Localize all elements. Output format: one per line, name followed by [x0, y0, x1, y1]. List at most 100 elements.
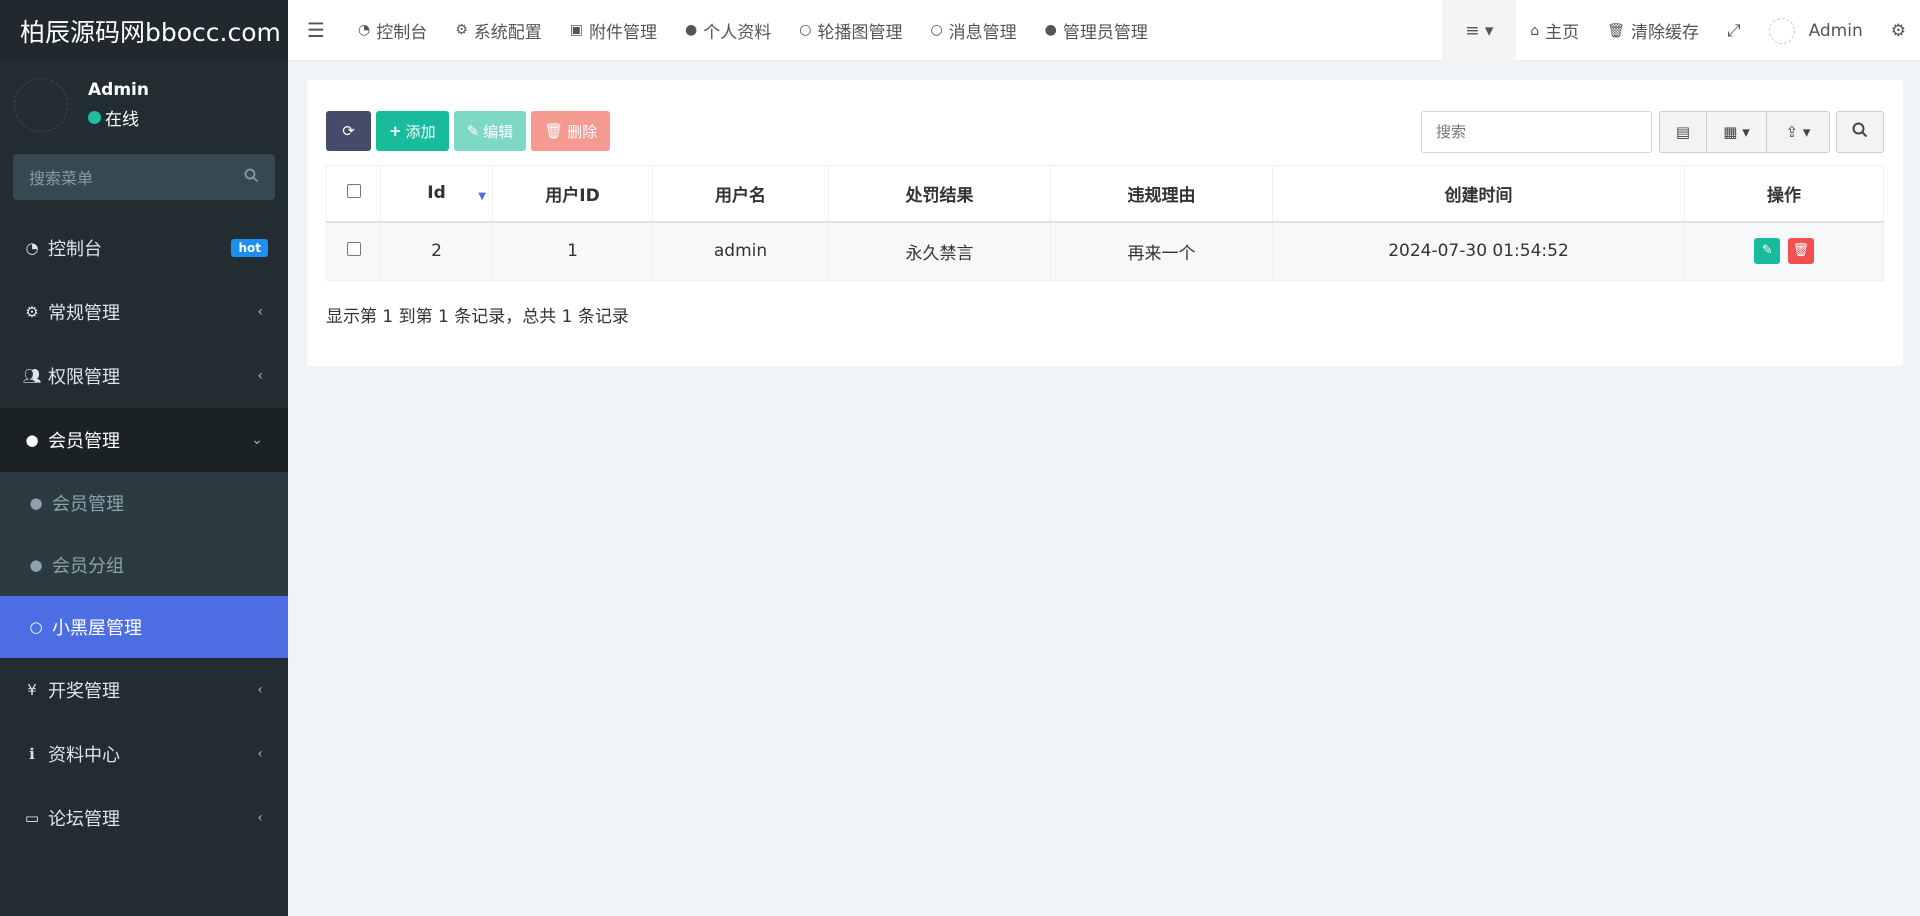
sidebar-subitem-group[interactable]: ● 会员分组 — [0, 534, 288, 596]
table-row[interactable]: 2 1 admin 永久禁言 再来一个 2024-07-30 01:54:52 … — [326, 221, 1884, 281]
info-icon: ℹ — [29, 745, 35, 763]
member-submenu: ● 会员管理 ● 会员分组 ○ 小黑屋管理 — [0, 472, 288, 658]
edit-button[interactable]: ✎ 编辑 — [453, 111, 527, 151]
row-edit-button[interactable]: ✎ — [1754, 238, 1781, 265]
chevron-left-icon: ‹ — [257, 682, 263, 698]
sidebar: 柏辰源码网bbocc.com Admin 在线 搜索菜单 ◔ 控制台 hot ⚙… — [0, 0, 288, 916]
pencil-icon: ✎ — [1761, 243, 1773, 259]
users-icon: 👥︎ — [22, 367, 42, 385]
sidebar-item-label: 会员管理 — [48, 431, 120, 452]
edit-label: 编辑 — [483, 122, 514, 141]
menu-search-input[interactable]: 搜索菜单 — [13, 154, 275, 200]
cogs-icon: ⚙ — [25, 303, 39, 321]
sidebar-subitem-blackroom[interactable]: ○ 小黑屋管理 — [0, 596, 288, 658]
sidebar-item-forum[interactable]: ▭ 论坛管理 ‹ — [0, 786, 288, 850]
select-all-cell — [326, 165, 381, 223]
menu-list-dropdown[interactable]: ≡ ▾ — [1442, 0, 1517, 61]
cell-user-id: 1 — [492, 221, 653, 281]
columns-button[interactable]: ▦ ▾ — [1707, 112, 1767, 152]
nav-home[interactable]: ⌂ 主页 — [1516, 0, 1593, 61]
sidebar-subitem-label: 小黑屋管理 — [52, 618, 142, 639]
sidebar-toggle-icon[interactable]: ☰ — [288, 18, 344, 42]
column-header-result[interactable]: 处罚结果 — [828, 165, 1051, 223]
header-label: Id — [427, 183, 446, 204]
export-button[interactable]: ⇪ ▾ — [1767, 112, 1829, 152]
table-search-input[interactable] — [1421, 111, 1652, 153]
file-image-icon: ▣ — [569, 22, 584, 38]
sidebar-subitem-member[interactable]: ● 会员管理 — [0, 472, 288, 534]
data-table: Id ▼ 用户ID 用户名 处罚结果 违规理由 创建时间 操作 2 1 admin… — [326, 165, 1884, 281]
sort-desc-icon: ▼ — [478, 191, 486, 202]
nav-label: 管理员管理 — [1062, 22, 1148, 43]
user-panel: Admin 在线 — [0, 61, 288, 148]
nav-clear-cache[interactable]: 🗑︎ 清除缓存 — [1593, 0, 1713, 61]
nav-profile[interactable]: ● 个人资料 — [671, 0, 785, 61]
online-dot-icon — [88, 110, 101, 124]
sidebar-item-dashboard[interactable]: ◔ 控制台 hot — [0, 216, 288, 280]
nav-username: Admin — [1808, 20, 1863, 41]
sidebar-item-info[interactable]: ℹ 资料中心 ‹ — [0, 722, 288, 786]
column-header-username[interactable]: 用户名 — [652, 165, 829, 223]
nav-config[interactable]: ⚙ 系统配置 — [441, 0, 556, 61]
delete-button[interactable]: 🗑︎ 删除 — [531, 111, 611, 151]
cell-created: 2024-07-30 01:54:52 — [1272, 221, 1685, 281]
nav-attachment[interactable]: ▣ 附件管理 — [556, 0, 671, 61]
card-view-button[interactable]: ▤ — [1660, 112, 1707, 152]
list-alt-icon: ▤ — [1675, 123, 1691, 141]
row-checkbox[interactable] — [346, 242, 361, 257]
search-icon — [1852, 122, 1868, 143]
cell-username: admin — [652, 221, 829, 281]
table-header-row: Id ▼ 用户ID 用户名 处罚结果 违规理由 创建时间 操作 — [326, 165, 1884, 223]
sidebar-item-label: 控制台 — [48, 239, 102, 260]
nav-label: 消息管理 — [948, 22, 1017, 43]
nav-label: 主页 — [1545, 23, 1580, 43]
row-delete-button[interactable]: 🗑︎ — [1787, 238, 1814, 265]
chevron-left-icon: ‹ — [257, 810, 263, 826]
select-all-checkbox[interactable] — [346, 184, 361, 199]
top-navbar: ☰ ◔ 控制台 ⚙ 系统配置 ▣ 附件管理 ● 个人资料 ○ 轮播图管理 ○ 消息管理 ● 管… — [288, 0, 1920, 61]
column-header-created[interactable]: 创建时间 — [1272, 165, 1685, 223]
sidebar-item-member[interactable]: ● 会员管理 ⌄ — [0, 408, 288, 472]
hot-badge: hot — [231, 239, 268, 257]
sidebar-subitem-label: 会员分组 — [52, 556, 124, 577]
pagination-info: 显示第 1 到第 1 条记录，总共 1 条记录 — [326, 307, 629, 327]
search-button[interactable] — [1836, 111, 1884, 153]
cell-result: 永久禁言 — [828, 221, 1051, 281]
sidebar-menu: ◔ 控制台 hot ⚙ 常规管理 ‹ 👥︎ 权限管理 ‹ ● 会员管理 ⌄ ● … — [0, 216, 288, 850]
nav-label: 轮播图管理 — [817, 22, 903, 43]
fullscreen-button[interactable]: ⤢ — [1713, 0, 1755, 61]
column-header-user-id[interactable]: 用户ID — [492, 165, 653, 223]
circle-o-icon: ○ — [930, 22, 943, 38]
column-header-id[interactable]: Id ▼ — [380, 165, 493, 223]
nav-message[interactable]: ○ 消息管理 — [916, 0, 1030, 61]
dashboard-icon: ◔ — [25, 239, 39, 257]
brand-logo[interactable]: 柏辰源码网bbocc.com — [0, 0, 288, 61]
expand-icon: ⤢ — [1726, 20, 1741, 41]
table-right-tools: ▤ ▦ ▾ ⇪ ▾ — [1421, 111, 1903, 153]
list-icon: ≡ ▾ — [1465, 20, 1494, 41]
refresh-icon: ⟳ — [342, 122, 355, 140]
trash-icon: 🗑︎ — [544, 122, 564, 140]
status-text: 在线 — [105, 109, 139, 130]
th-icon: ▦ ▾ — [1723, 123, 1750, 141]
nav-admin[interactable]: ● 管理员管理 — [1031, 0, 1162, 61]
user-status: 在线 — [88, 105, 149, 130]
sidebar-item-general[interactable]: ⚙ 常规管理 ‹ — [0, 280, 288, 344]
sidebar-item-label: 常规管理 — [48, 303, 120, 324]
avatar — [1768, 17, 1795, 44]
cell-reason: 再来一个 — [1050, 221, 1273, 281]
settings-button[interactable]: ⚙ — [1877, 0, 1920, 61]
view-button-group: ▤ ▦ ▾ ⇪ ▾ — [1659, 111, 1830, 153]
nav-dashboard[interactable]: ◔ 控制台 — [344, 0, 441, 61]
search-icon — [244, 168, 259, 187]
refresh-button[interactable]: ⟳ — [326, 111, 371, 151]
column-header-reason[interactable]: 违规理由 — [1050, 165, 1273, 223]
export-icon: ⇪ ▾ — [1785, 123, 1811, 141]
sidebar-item-auth[interactable]: 👥︎ 权限管理 ‹ — [0, 344, 288, 408]
plus-icon: + — [389, 122, 402, 140]
home-icon: ⌂ — [1530, 22, 1540, 39]
add-button[interactable]: + 添加 — [376, 111, 449, 151]
nav-banner[interactable]: ○ 轮播图管理 — [785, 0, 916, 61]
sidebar-item-lottery[interactable]: ¥ 开奖管理 ‹ — [0, 658, 288, 722]
user-menu[interactable]: Admin — [1755, 0, 1877, 61]
